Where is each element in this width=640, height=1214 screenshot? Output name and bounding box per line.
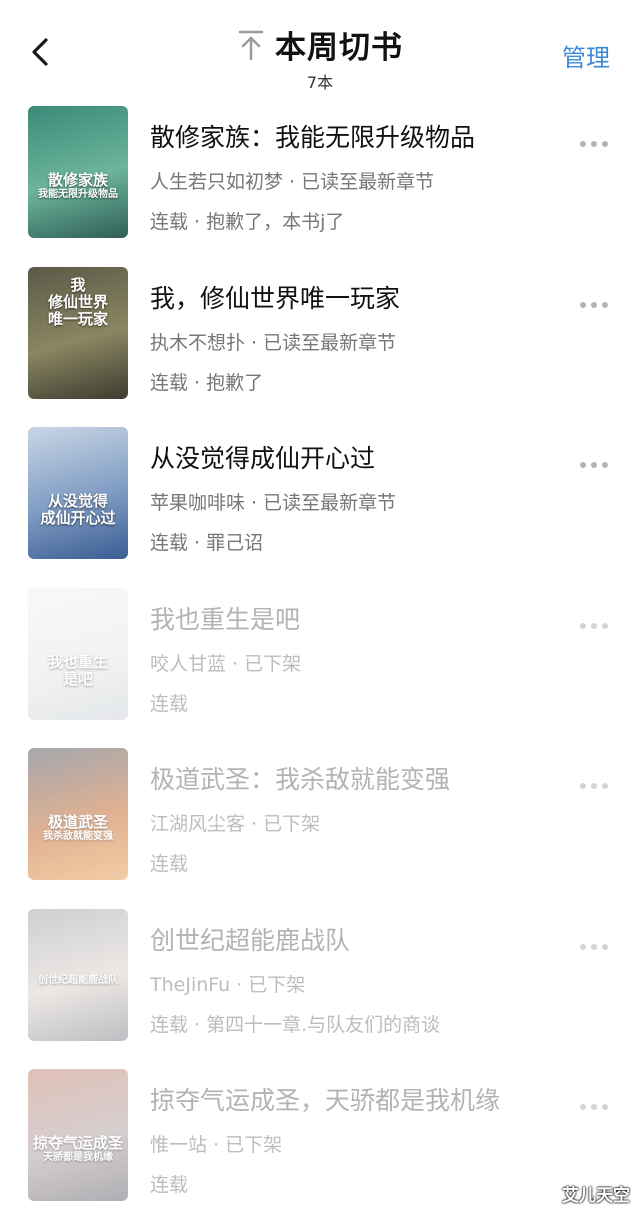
page-title-block: 本周切书 7本 bbox=[0, 22, 640, 93]
book-cover[interactable]: 创世纪超能鹿战队 bbox=[28, 908, 128, 1041]
cover-title-line: 散修家族 bbox=[47, 171, 108, 189]
book-title: 创世纪超能鹿战队 bbox=[150, 925, 351, 955]
book-author-progress: TheJinFu · 已下架 bbox=[150, 973, 306, 996]
cover-title-line: 是吧 bbox=[62, 669, 93, 688]
book-title: 散修家族：我能无限升级物品 bbox=[150, 123, 476, 152]
book-list-item[interactable]: 创世纪超能鹿战队 创世纪超能鹿战队 TheJinFu · 已下架 连载 · 第四十一章… bbox=[0, 907, 640, 1068]
more-options-icon[interactable] bbox=[580, 774, 616, 789]
book-author-progress: 苹果咖啡味 · 已读至最新章节 bbox=[150, 492, 397, 514]
book-list-item[interactable]: 从没觉得 成仙开心过 从没觉得成仙开心过 苹果咖啡味 · 已读至最新章节 连载 · 罪己… bbox=[0, 425, 640, 586]
book-title: 极道武圣：我杀敌就能变强 bbox=[150, 765, 451, 794]
cover-title-text: 极道武圣 我杀敌就能变强 bbox=[28, 813, 128, 843]
cover-title-text: 我修仙世界 唯一玩家 bbox=[28, 275, 128, 329]
book-cover[interactable]: 我修仙世界 唯一玩家 bbox=[28, 266, 128, 399]
book-cover[interactable]: 掠夺气运成圣 天骄都是我机缘 bbox=[28, 1069, 128, 1201]
book-title: 我，修仙世界唯一玩家 bbox=[150, 283, 401, 313]
book-list-item[interactable]: 我修仙世界 唯一玩家 我，修仙世界唯一玩家 执木不想扑 · 已读至最新章节 连载 · 抱… bbox=[0, 265, 640, 426]
bookshelf-page: 本周切书 7本 管理 散修家族 我能无限升级物品 散修家族：我能无限升级物品 人生若只… bbox=[0, 0, 640, 1214]
cover-title-text: 散修家族 我能无限升级物品 bbox=[28, 171, 128, 201]
more-options-icon[interactable] bbox=[580, 935, 616, 950]
more-options-icon[interactable] bbox=[580, 614, 616, 629]
book-author-progress: 江湖风尘客 · 已下架 bbox=[150, 813, 321, 835]
page-title: 本周切书 bbox=[275, 30, 403, 66]
cover-title-line: 从没觉得 bbox=[47, 492, 108, 510]
cover-title-line: 我 bbox=[70, 275, 86, 294]
book-list-item[interactable]: 掠夺气运成圣 天骄都是我机缘 掠夺气运成圣，天骄都是我机缘 惟一站 · 已下架 连载 bbox=[0, 1067, 640, 1214]
book-title: 我也重生是吧 bbox=[150, 604, 301, 634]
cover-title-line: 掠夺气运成圣 bbox=[32, 1134, 123, 1152]
book-status: 连载 · 抱歉了，本书j了 bbox=[150, 211, 345, 233]
book-status: 连载 · 抱歉了 bbox=[150, 371, 264, 394]
more-options-icon[interactable] bbox=[580, 132, 616, 147]
cover-title-line: 极道武圣 bbox=[47, 813, 108, 831]
book-info: 掠夺气运成圣，天骄都是我机缘惟一站 · 已下架 连载 bbox=[150, 1081, 570, 1197]
book-info: 我，修仙世界唯一玩家执木不想扑 · 已读至最新章节 连载 · 抱歉了 bbox=[150, 279, 570, 395]
watermark: 艾儿天空 bbox=[562, 1186, 630, 1206]
cover-title-line: 成仙开心过 bbox=[40, 509, 116, 528]
cover-title-line: 我杀敌就能变强 bbox=[43, 831, 113, 843]
more-options-icon[interactable] bbox=[580, 293, 616, 308]
header-bar: 本周切书 7本 管理 bbox=[0, 0, 640, 95]
book-author-progress: 咬人甘蓝 · 已下架 bbox=[150, 652, 302, 675]
book-list: 散修家族 我能无限升级物品 散修家族：我能无限升级物品 人生若只如初梦 · 已读至最新… bbox=[0, 104, 640, 1214]
book-info: 我也重生是吧咬人甘蓝 · 已下架 连载 bbox=[150, 600, 570, 716]
book-info: 从没觉得成仙开心过苹果咖啡味 · 已读至最新章节 连载 · 罪己诏 bbox=[150, 439, 570, 555]
book-title: 掠夺气运成圣，天骄都是我机缘 bbox=[150, 1086, 501, 1115]
more-options-icon[interactable] bbox=[580, 1095, 616, 1110]
book-info: 创世纪超能鹿战队 TheJinFu · 已下架连载 · 第四十一章.与队友们的商谈 bbox=[150, 921, 570, 1037]
book-author-progress: 人生若只如初梦 · 已读至最新章节 bbox=[150, 171, 435, 193]
book-status: 连载 bbox=[150, 853, 189, 875]
cover-title-line: 我也重生 bbox=[47, 652, 108, 671]
book-list-item[interactable]: 极道武圣 我杀敌就能变强 极道武圣：我杀敌就能变强 江湖风尘客 · 已下架 连载 bbox=[0, 746, 640, 907]
cover-title-text: 从没觉得 成仙开心过 bbox=[28, 492, 128, 528]
book-cover[interactable]: 散修家族 我能无限升级物品 bbox=[28, 106, 128, 238]
book-count: 7本 bbox=[306, 73, 334, 92]
book-status: 连载 bbox=[150, 1174, 189, 1196]
manage-button[interactable]: 管理 bbox=[562, 38, 610, 73]
scroll-to-top-icon[interactable] bbox=[237, 28, 265, 62]
book-status: 连载 · 罪己诏 bbox=[150, 532, 264, 554]
more-options-icon[interactable] bbox=[580, 453, 616, 468]
cover-title-line: 天骄都是我机缘 bbox=[43, 1152, 113, 1164]
cover-title-line: 我能无限升级物品 bbox=[38, 189, 118, 201]
book-status: 连载 · 第四十一章.与队友们的商谈 bbox=[150, 1013, 441, 1036]
book-list-item[interactable]: 散修家族 我能无限升级物品 散修家族：我能无限升级物品 人生若只如初梦 · 已读至最新… bbox=[0, 104, 640, 265]
book-cover[interactable]: 极道武圣 我杀敌就能变强 bbox=[28, 748, 128, 880]
cover-title-text: 我也重生 是吧 bbox=[28, 652, 128, 689]
book-list-item[interactable]: 我也重生 是吧 我也重生是吧 咬人甘蓝 · 已下架 连载 bbox=[0, 586, 640, 747]
book-cover[interactable]: 从没觉得 成仙开心过 bbox=[28, 427, 128, 559]
book-author-progress: 惟一站 · 已下架 bbox=[150, 1134, 283, 1156]
book-info: 极道武圣：我杀敌就能变强江湖风尘客 · 已下架 连载 bbox=[150, 760, 570, 876]
cover-title-line: 创世纪超能鹿战队 bbox=[38, 974, 118, 986]
cover-title-text: 创世纪超能鹿战队 bbox=[28, 975, 128, 987]
book-info: 散修家族：我能无限升级物品人生若只如初梦 · 已读至最新章节 连载 · 抱歉了，本… bbox=[150, 118, 570, 234]
book-status: 连载 bbox=[150, 692, 189, 715]
book-cover[interactable]: 我也重生 是吧 bbox=[28, 587, 128, 720]
cover-title-line: 唯一玩家 bbox=[47, 310, 108, 328]
cover-title-text: 掠夺气运成圣 天骄都是我机缘 bbox=[28, 1134, 128, 1164]
book-title: 从没觉得成仙开心过 bbox=[150, 444, 376, 473]
cover-title-line: 修仙世界 bbox=[47, 292, 108, 311]
book-author-progress: 执木不想扑 · 已读至最新章节 bbox=[150, 331, 397, 354]
